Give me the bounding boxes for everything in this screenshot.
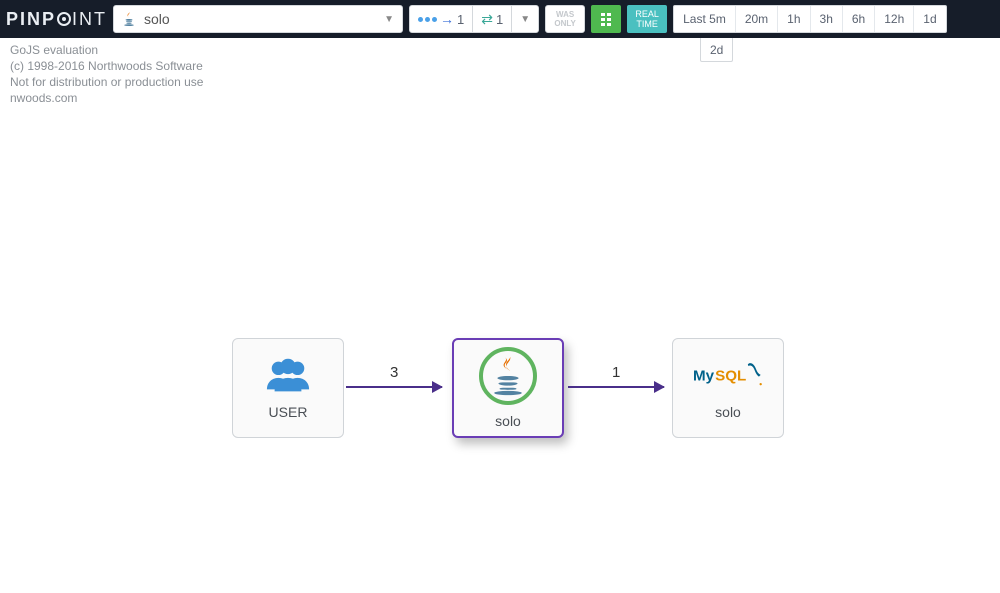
svg-text:SQL: SQL — [715, 368, 746, 385]
node-app-solo[interactable]: solo — [452, 338, 564, 438]
node-app-solo-label: solo — [495, 413, 521, 429]
edge-user-to-app[interactable]: 3 — [346, 386, 442, 388]
outbound-filter[interactable]: ⇄ 1 — [472, 6, 511, 32]
java-icon — [491, 356, 525, 396]
filter-dropdown[interactable]: ▼ — [511, 6, 538, 32]
grid-icon — [601, 13, 611, 26]
svg-text:My: My — [693, 368, 715, 385]
realtime-button[interactable]: REAL TIME — [627, 5, 667, 33]
bidirectional-icon: ⇄ — [481, 11, 493, 28]
time-range-2d[interactable]: 2d — [701, 38, 732, 61]
edge-user-to-app-count: 3 — [390, 364, 398, 381]
time-range-12h[interactable]: 12h — [874, 6, 913, 32]
time-range-3h[interactable]: 3h — [810, 6, 842, 32]
was-only-line1: WAS — [556, 10, 574, 19]
inbound-count: 1 — [457, 12, 464, 27]
application-selector-value: solo — [144, 11, 376, 27]
java-icon — [122, 12, 136, 26]
node-user[interactable]: USER — [232, 338, 344, 438]
grid-view-button[interactable] — [591, 5, 621, 33]
application-selector[interactable]: solo ▼ — [113, 5, 403, 33]
time-range-overflow: 2d — [700, 38, 733, 62]
filter-group: → 1 ⇄ 1 ▼ — [409, 5, 539, 33]
logo-text-1: PINP — [6, 9, 56, 30]
time-range-20m[interactable]: 20m — [735, 6, 777, 32]
inbound-filter[interactable]: → 1 — [410, 6, 472, 32]
was-only-line2: ONLY — [554, 19, 576, 28]
dots-icon — [418, 17, 437, 22]
outbound-count: 1 — [496, 12, 503, 27]
watermark-line1: GoJS evaluation — [10, 42, 203, 58]
realtime-line2: TIME — [636, 19, 658, 29]
node-db-solo[interactable]: My SQL solo — [672, 338, 784, 438]
realtime-line1: REAL — [635, 9, 659, 19]
edge-app-to-db[interactable]: 1 — [568, 386, 664, 388]
logo-o-icon — [57, 12, 71, 26]
time-range-last5m[interactable]: Last 5m — [674, 6, 735, 32]
chevron-down-icon: ▼ — [384, 14, 394, 25]
time-range-6h[interactable]: 6h — [842, 6, 874, 32]
was-only-toggle[interactable]: WAS ONLY — [545, 5, 585, 33]
time-range-group: Last 5m 20m 1h 3h 6h 12h 1d — [673, 5, 947, 33]
users-icon — [265, 356, 311, 396]
arrow-right-icon: → — [440, 11, 454, 27]
node-user-label: USER — [269, 404, 308, 420]
time-range-1h[interactable]: 1h — [777, 6, 809, 32]
logo: PINP INT — [6, 9, 107, 30]
time-range-1d[interactable]: 1d — [913, 6, 945, 32]
top-bar: PINP INT solo ▼ → 1 ⇄ 1 ▼ WAS ONLY REAL T… — [0, 0, 1000, 38]
health-ring-icon — [479, 347, 537, 405]
chevron-down-icon: ▼ — [520, 14, 530, 25]
mysql-icon: My SQL — [693, 356, 763, 396]
logo-text-2: INT — [72, 9, 107, 30]
edge-app-to-db-count: 1 — [612, 364, 620, 381]
server-map-canvas[interactable]: USER 3 solo 1 My SQL solo — [0, 70, 1000, 593]
node-db-solo-label: solo — [715, 404, 741, 420]
